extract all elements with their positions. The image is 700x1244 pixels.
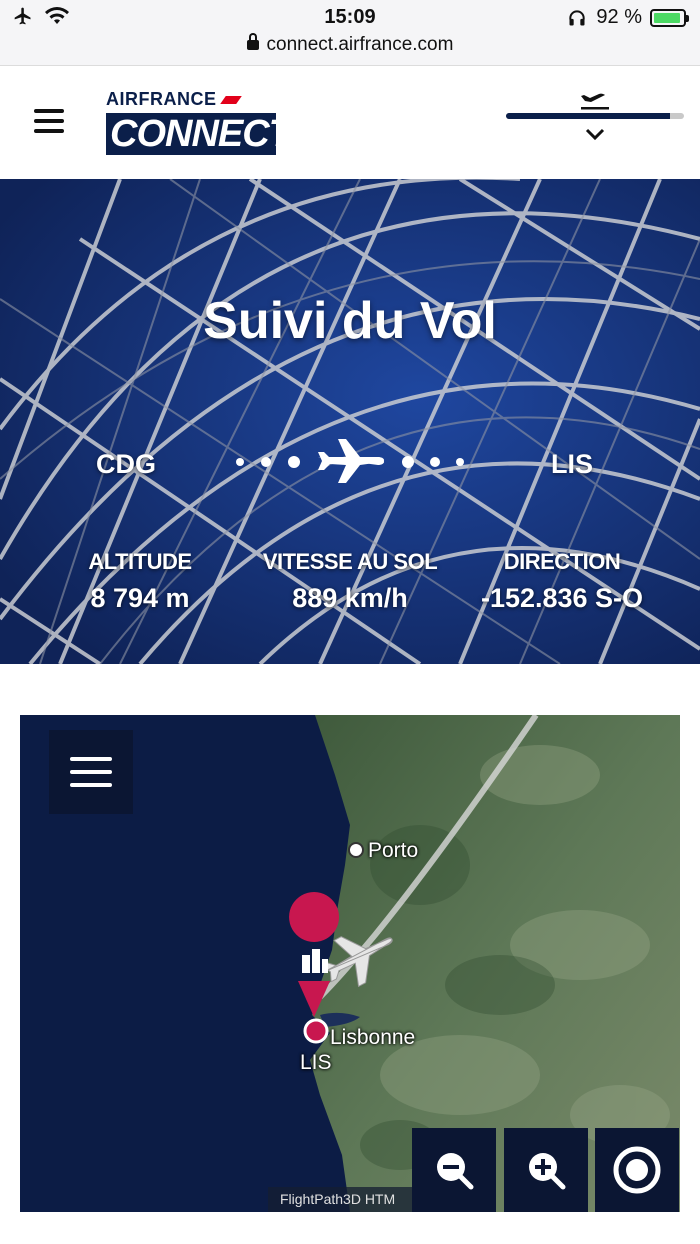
ground-speed-stat: VITESSE AU SOL 889 km/h <box>248 549 452 614</box>
logo-airfrance: AIRFRANCE <box>106 89 276 110</box>
headphones-icon <box>569 9 586 25</box>
zoom-out-icon <box>437 1153 474 1190</box>
flight-progress-fill <box>506 113 670 119</box>
flight-progress-widget[interactable] <box>506 87 684 141</box>
menu-bar <box>70 783 112 787</box>
ground-speed-value: 889 km/h <box>292 583 408 613</box>
battery-icon <box>650 8 689 27</box>
altitude-label: ALTITUDE <box>88 549 192 574</box>
flight-route: CDG LIS <box>0 429 700 499</box>
ground-speed-label: VITESSE AU SOL <box>262 549 438 574</box>
logo-connect: CONNECT <box>106 113 292 155</box>
flight-progress-bar <box>506 113 684 119</box>
main-menu-button[interactable] <box>34 109 64 133</box>
center-map-button[interactable] <box>595 1128 679 1212</box>
lisbon-marker <box>303 1018 329 1044</box>
altitude-stat: ALTITUDE 8 794 m <box>70 549 210 614</box>
zoom-in-icon <box>529 1153 566 1190</box>
route-dot <box>236 458 244 466</box>
plane-landing-icon <box>581 93 609 110</box>
menu-bar <box>70 757 112 761</box>
city-label-porto: Porto <box>368 839 419 862</box>
logo-slash-icon <box>219 95 242 104</box>
direction-label: DIRECTION <box>503 549 621 574</box>
status-right: 92 % <box>566 6 689 29</box>
flight-tracking-hero: Suivi du Vol CDG LIS ALTITUDE 8 794 m VI… <box>0 179 700 664</box>
route-dot <box>288 456 300 468</box>
flight-map[interactable]: Porto Lisbonne LIS FlightPath3D HTM <box>20 715 680 1212</box>
battery-percent: 92 % <box>596 6 642 28</box>
route-dot <box>261 457 271 467</box>
route-progress-graphic <box>236 439 464 483</box>
zoom-in-button[interactable] <box>504 1128 588 1212</box>
menu-bar <box>34 129 64 133</box>
lock-icon <box>246 32 259 50</box>
app-header: AIRFRANCE CONNECT <box>0 67 700 179</box>
destination-airport-code: LIS <box>551 449 594 479</box>
menu-bar <box>70 770 112 774</box>
direction-value: -152.836 S-O <box>480 583 644 613</box>
direction-stat: DIRECTION -152.836 S-O <box>462 549 662 614</box>
altitude-value: 8 794 m <box>90 583 190 613</box>
status-bar: 15:09 92 % connect.airfrance.com <box>0 0 700 66</box>
origin-airport-code: CDG <box>96 449 156 479</box>
airfrance-connect-logo[interactable]: AIRFRANCE CONNECT <box>106 89 292 155</box>
menu-bar <box>34 119 64 123</box>
menu-bar <box>34 109 64 113</box>
logo-airfrance-text: AIRFRANCE <box>106 89 217 109</box>
target-icon <box>613 1146 661 1194</box>
battery-level <box>654 12 680 23</box>
city-label-lisbonne: Lisbonne <box>330 1026 416 1049</box>
page-title: Suivi du Vol <box>203 292 497 350</box>
url-text: connect.airfrance.com <box>266 34 454 55</box>
city-label-lis: LIS <box>300 1051 332 1074</box>
route-dot <box>456 458 464 466</box>
zoom-out-button[interactable] <box>412 1128 496 1212</box>
url-bar[interactable]: connect.airfrance.com <box>0 32 700 56</box>
porto-marker <box>348 842 364 858</box>
route-dot <box>430 457 440 467</box>
chevron-down-icon[interactable] <box>585 127 605 141</box>
map-menu-button[interactable] <box>49 730 133 814</box>
route-dot <box>402 456 414 468</box>
map-attribution[interactable]: FlightPath3D HTM <box>268 1187 418 1212</box>
airplane-icon <box>318 439 385 483</box>
